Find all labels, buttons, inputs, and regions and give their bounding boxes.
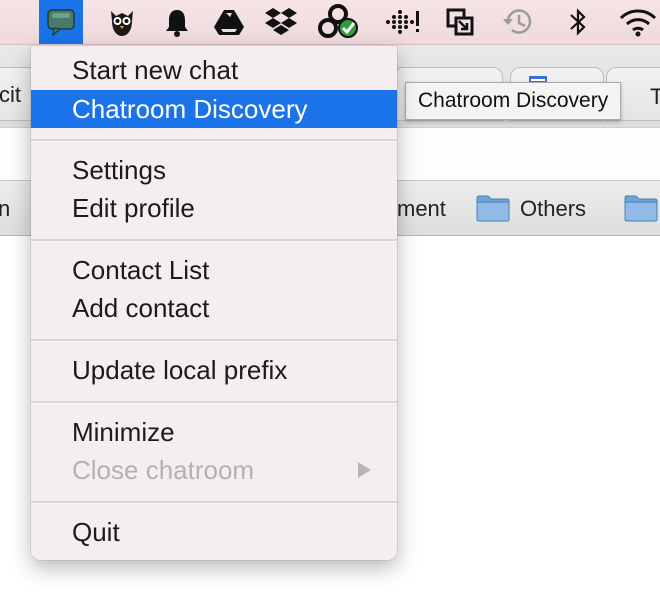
menu-bar xyxy=(0,0,660,45)
tooltip: Chatroom Discovery xyxy=(405,82,622,120)
menu-item-update-local-prefix[interactable]: Update local prefix xyxy=(31,351,397,389)
menu-item-start-new-chat[interactable]: Start new chat xyxy=(31,51,397,89)
submenu-arrow-icon xyxy=(358,462,371,478)
menu-separator xyxy=(31,139,397,142)
sync-check-icon[interactable] xyxy=(316,0,360,44)
menu-separator xyxy=(31,401,397,404)
menu-item-settings[interactable]: Settings xyxy=(31,151,397,189)
folder-icon xyxy=(476,195,510,222)
menu-separator xyxy=(31,501,397,504)
menu-item-add-contact[interactable]: Add contact xyxy=(31,289,397,327)
fitbit-icon[interactable] xyxy=(380,0,424,44)
folder-icon xyxy=(624,195,658,222)
bluetooth-icon[interactable] xyxy=(556,0,600,44)
menu-item-chatroom-discovery[interactable]: Chatroom Discovery xyxy=(31,90,397,128)
window-switch-icon[interactable] xyxy=(438,0,482,44)
menu-item-minimize[interactable]: Minimize xyxy=(31,413,397,451)
menu-item-close-chatroom: Close chatroom xyxy=(31,451,397,489)
bookmark-label[interactable]: n xyxy=(0,196,10,222)
menu-item-edit-profile[interactable]: Edit profile xyxy=(31,189,397,227)
wifi-icon[interactable] xyxy=(616,0,660,44)
menu-item-close-chatroom-label: Close chatroom xyxy=(72,455,255,485)
bookmark-label[interactable]: ment xyxy=(397,196,446,222)
owl-icon[interactable] xyxy=(100,0,144,44)
bookmark-folder-others[interactable]: Others xyxy=(520,196,586,222)
chat-bubble-icon[interactable] xyxy=(39,0,83,44)
browser-tab-label: T xyxy=(650,84,660,109)
browser-tab-label: cit xyxy=(0,82,21,107)
menu-separator xyxy=(31,339,397,342)
time-machine-icon[interactable] xyxy=(497,0,541,44)
google-drive-icon[interactable] xyxy=(207,0,251,44)
app-dropdown-menu: Start new chat Chatroom Discovery Settin… xyxy=(31,46,397,560)
menu-separator xyxy=(31,239,397,242)
menu-item-quit[interactable]: Quit xyxy=(31,513,397,551)
dropbox-icon[interactable] xyxy=(259,0,303,44)
menu-item-contact-list[interactable]: Contact List xyxy=(31,251,397,289)
bell-icon[interactable] xyxy=(155,0,199,44)
